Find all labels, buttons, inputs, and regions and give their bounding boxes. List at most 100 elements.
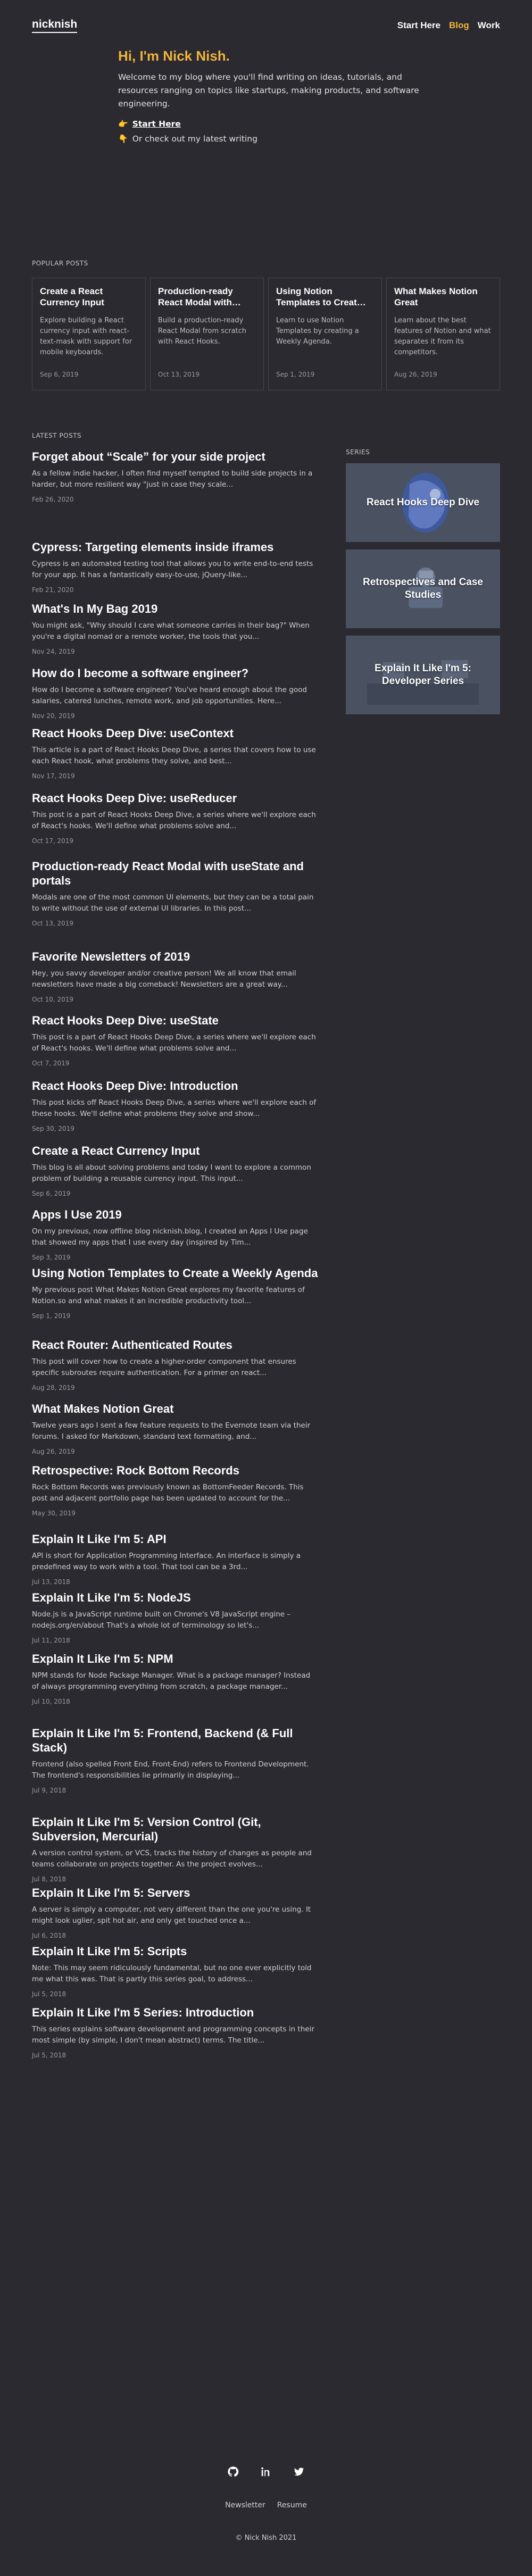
post-title[interactable]: React Hooks Deep Dive: useReducer	[32, 791, 319, 805]
post-item[interactable]: React Hooks Deep Dive: Introduction This …	[32, 1079, 319, 1132]
post-date: Aug 26, 2019	[32, 1448, 75, 1455]
post-title[interactable]: Explain It Like I'm 5: Frontend, Backend…	[32, 1726, 319, 1755]
card-excerpt: Learn to use Notion Templates by creatin…	[276, 316, 359, 346]
popular-post-card[interactable]: What Makes Notion Great Learn about the b…	[386, 278, 500, 390]
series-card-react-hooks[interactable]: React Hooks Deep Dive	[346, 463, 500, 542]
post-excerpt: This post is a part of React Hooks Deep …	[32, 811, 316, 830]
post-title[interactable]: Explain It Like I'm 5: Scripts	[32, 1944, 319, 1958]
post-title[interactable]: Retrospective: Rock Bottom Records	[32, 1463, 319, 1478]
post-date: Feb 21, 2020	[32, 586, 74, 594]
post-item[interactable]: Explain It Like I'm 5: Frontend, Backend…	[32, 1726, 319, 1794]
post-item[interactable]: What Makes Notion Great Twelve years ago …	[32, 1402, 319, 1455]
post-item[interactable]: React Hooks Deep Dive: useState This post…	[32, 1013, 319, 1067]
nav-start-here[interactable]: Start Here	[397, 20, 440, 31]
post-item[interactable]: Cypress: Targeting elements inside ifram…	[32, 540, 319, 594]
post-title[interactable]: Cypress: Targeting elements inside ifram…	[32, 540, 319, 554]
post-item[interactable]: Explain It Like I'm 5: Servers A server i…	[32, 1886, 319, 1939]
post-item[interactable]: Explain It Like I'm 5: Scripts Note: This…	[32, 1944, 319, 1998]
post-date: May 30, 2019	[32, 1510, 76, 1517]
post-item[interactable]: Explain It Like I'm 5: NPM NPM stands for…	[32, 1652, 319, 1705]
post-item[interactable]: What's In My Bag 2019 You might ask, "Why…	[32, 602, 319, 655]
card-title: What Makes Notion Great	[394, 286, 478, 307]
post-date: Nov 24, 2019	[32, 648, 75, 655]
post-item[interactable]: Production-ready React Modal with useSta…	[32, 859, 319, 927]
post-date: Nov 17, 2019	[32, 772, 75, 780]
popular-post-card[interactable]: Using Notion Templates to Creat… Learn to…	[268, 278, 382, 390]
hero: Hi, I'm Nick Nish. Welcome to my blog wh…	[118, 47, 427, 144]
resume-link[interactable]: Resume	[277, 2501, 307, 2510]
nav-work[interactable]: Work	[478, 20, 500, 31]
card-excerpt: Learn about the best features of Notion …	[394, 316, 491, 356]
post-item[interactable]: Favorite Newsletters of 2019 Hey, you sav…	[32, 949, 319, 1003]
newsletter-link[interactable]: Newsletter	[225, 2501, 265, 2510]
pointing-down-icon: 👇	[118, 134, 128, 144]
post-title[interactable]: React Router: Authenticated Routes	[32, 1338, 319, 1352]
series-title: Explain It Like I'm 5: Developer Series	[375, 663, 471, 687]
post-title[interactable]: Explain It Like I'm 5: NPM	[32, 1652, 319, 1666]
latest-posts-label: Latest Posts	[32, 432, 82, 439]
post-date: Sep 1, 2019	[32, 1312, 71, 1320]
start-here-link[interactable]: Start Here	[132, 119, 181, 129]
post-item[interactable]: Explain It Like I'm 5 Series: Introducti…	[32, 2005, 319, 2059]
post-title[interactable]: React Hooks Deep Dive: useContext	[32, 726, 319, 740]
post-title[interactable]: Create a React Currency Input	[32, 1144, 319, 1158]
post-item[interactable]: Using Notion Templates to Create a Weekl…	[32, 1266, 319, 1320]
popular-posts-label: Popular Posts	[32, 260, 88, 267]
post-date: Sep 6, 2019	[32, 1190, 71, 1197]
post-excerpt: Modals are one of the most common UI ele…	[32, 893, 314, 913]
card-date: Sep 1, 2019	[276, 371, 315, 378]
post-title[interactable]: Explain It Like I'm 5 Series: Introducti…	[32, 2005, 319, 2020]
post-item[interactable]: Apps I Use 2019 On my previous, now offli…	[32, 1207, 319, 1261]
post-excerpt: How do I become a software engineer? You…	[32, 686, 307, 705]
post-item[interactable]: Forget about “Scale” for your side proje…	[32, 449, 319, 503]
post-item[interactable]: React Hooks Deep Dive: useContext This ar…	[32, 726, 319, 780]
post-title[interactable]: What's In My Bag 2019	[32, 602, 319, 616]
post-date: Sep 3, 2019	[32, 1254, 71, 1261]
site-logo[interactable]: nicknish	[32, 18, 78, 33]
post-item[interactable]: How do I become a software engineer? How …	[32, 666, 319, 720]
nav-blog[interactable]: Blog	[449, 20, 469, 31]
post-title[interactable]: Explain It Like I'm 5: NodeJS	[32, 1590, 319, 1605]
post-title[interactable]: Explain It Like I'm 5: Servers	[32, 1886, 319, 1900]
post-title[interactable]: Explain It Like I'm 5: Version Control (…	[32, 1815, 319, 1844]
post-date: Jul 10, 2018	[32, 1698, 70, 1705]
github-icon[interactable]	[227, 2466, 239, 2480]
post-date: Oct 13, 2019	[32, 920, 73, 927]
post-excerpt: This blog is all about solving problems …	[32, 1163, 311, 1183]
post-title[interactable]: React Hooks Deep Dive: useState	[32, 1013, 319, 1028]
post-title[interactable]: How do I become a software engineer?	[32, 666, 319, 680]
post-item[interactable]: Create a React Currency Input This blog i…	[32, 1144, 319, 1197]
post-title[interactable]: Apps I Use 2019	[32, 1207, 319, 1222]
social-links	[0, 2466, 532, 2480]
card-date: Oct 13, 2019	[158, 371, 200, 378]
twitter-icon[interactable]	[293, 2466, 305, 2480]
post-item[interactable]: React Router: Authenticated Routes This p…	[32, 1338, 319, 1391]
post-item[interactable]: Retrospective: Rock Bottom Records Rock B…	[32, 1463, 319, 1517]
linkedin-icon[interactable]	[260, 2466, 272, 2480]
post-excerpt: Cypress is an automated testing tool tha…	[32, 560, 313, 579]
post-title[interactable]: What Makes Notion Great	[32, 1402, 319, 1416]
post-title[interactable]: Explain It Like I'm 5: API	[32, 1532, 319, 1546]
post-excerpt: You might ask, "Why should I care what s…	[32, 621, 310, 641]
popular-post-card[interactable]: Create a React Currency Input Explore bui…	[32, 278, 146, 390]
post-item[interactable]: Explain It Like I'm 5: API API is short f…	[32, 1532, 319, 1586]
post-title[interactable]: React Hooks Deep Dive: Introduction	[32, 1079, 319, 1093]
post-date: Jul 11, 2018	[32, 1637, 70, 1644]
post-date: Jul 13, 2018	[32, 1578, 70, 1586]
post-title[interactable]: Production-ready React Modal with useSta…	[32, 859, 319, 888]
post-title[interactable]: Forget about “Scale” for your side proje…	[32, 449, 319, 464]
post-date: Sep 30, 2019	[32, 1125, 74, 1132]
post-item[interactable]: Explain It Like I'm 5: Version Control (…	[32, 1815, 319, 1883]
series-card-retrospectives[interactable]: Retrospectives and Case Studies	[346, 549, 500, 628]
post-title[interactable]: Favorite Newsletters of 2019	[32, 949, 319, 964]
post-excerpt: This post kicks off React Hooks Deep Div…	[32, 1098, 317, 1118]
post-excerpt: A server is simply a computer, not very …	[32, 1905, 311, 1925]
post-date: Oct 17, 2019	[32, 837, 73, 845]
popular-post-card[interactable]: Production-ready React Modal with… Build …	[150, 278, 264, 390]
post-date: Jul 8, 2018	[32, 1875, 66, 1883]
series-card-explain-like-five[interactable]: Explain It Like I'm 5: Developer Series	[346, 636, 500, 714]
post-title[interactable]: Using Notion Templates to Create a Weekl…	[32, 1266, 319, 1280]
post-item[interactable]: Explain It Like I'm 5: NodeJS Node.js is …	[32, 1590, 319, 1644]
post-item[interactable]: React Hooks Deep Dive: useReducer This po…	[32, 791, 319, 845]
post-excerpt: Hey, you savvy developer and/or creative…	[32, 969, 296, 989]
